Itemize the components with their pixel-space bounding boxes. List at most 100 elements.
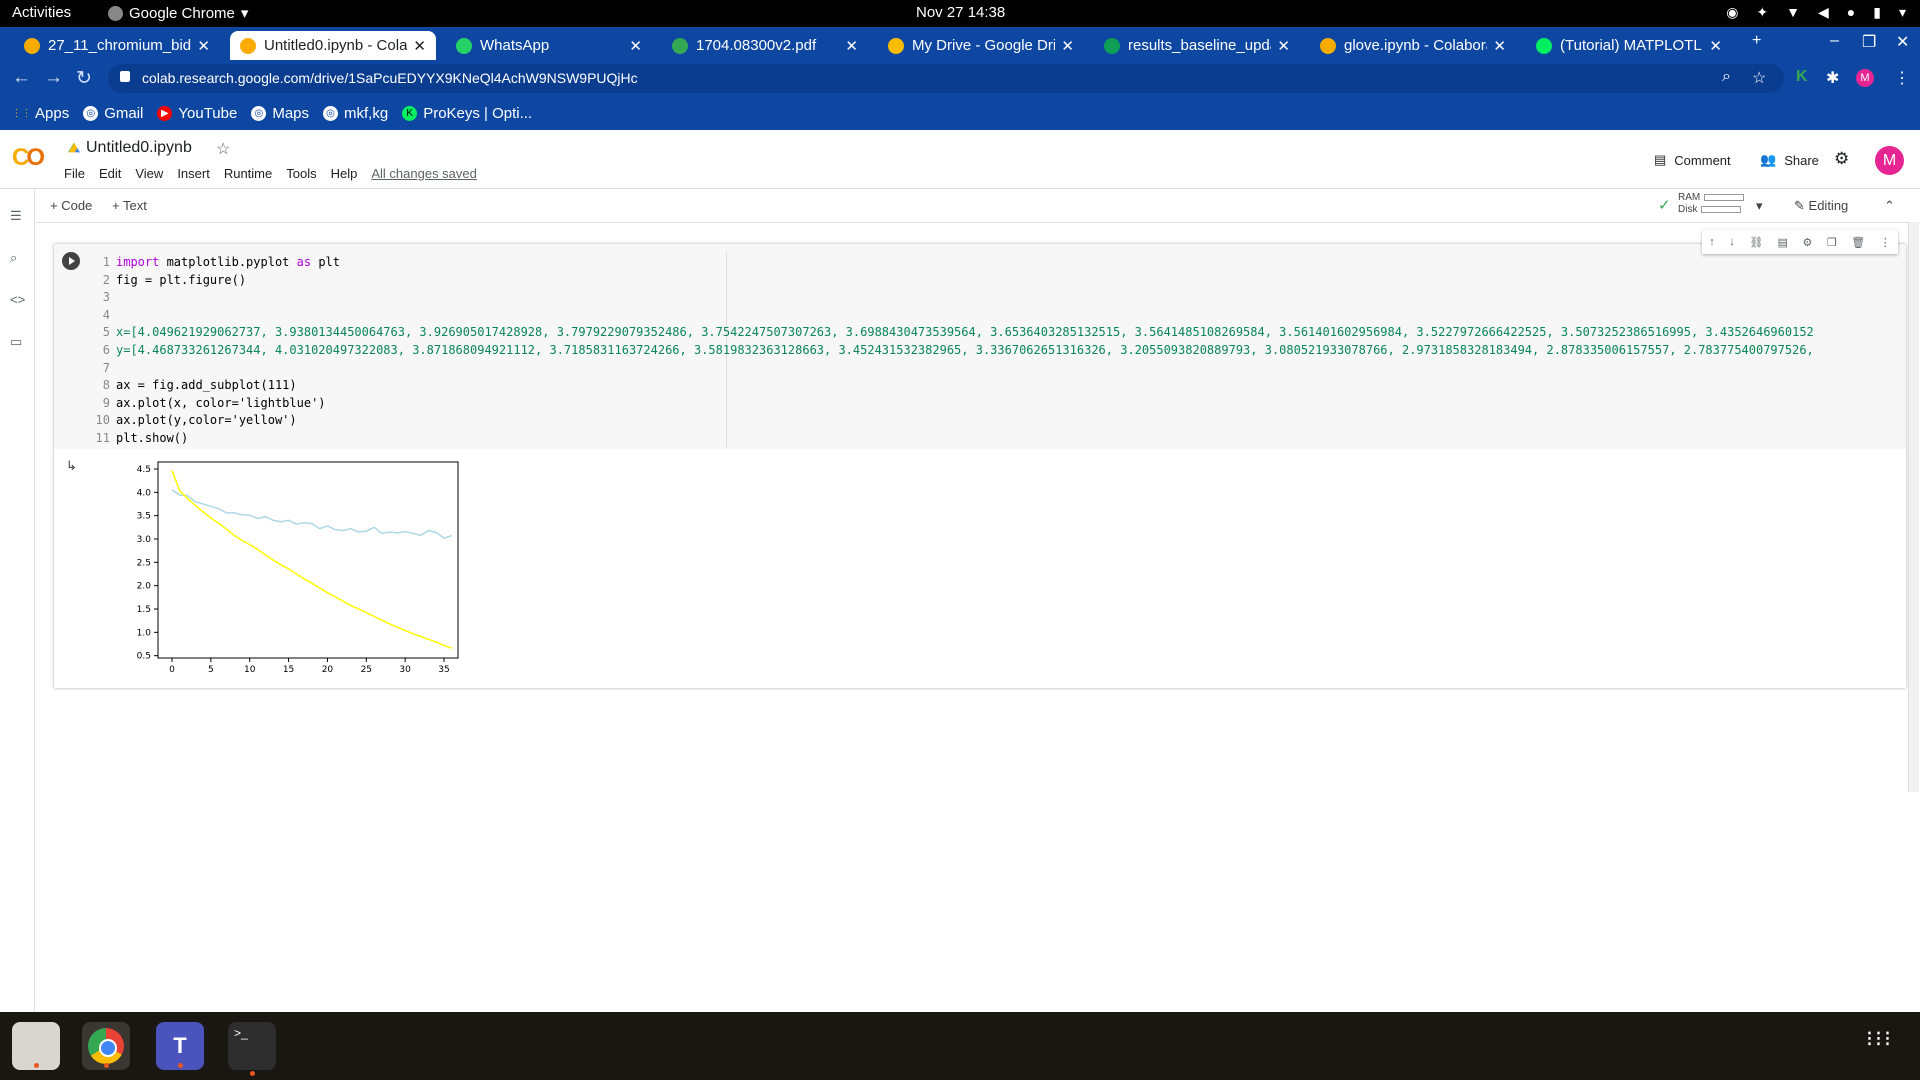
show-applications-icon[interactable]: ⁝⁝⁝ — [1866, 1028, 1893, 1050]
menu-runtime[interactable]: Runtime — [224, 166, 272, 181]
notebook-title[interactable]: Untitled0.ipynb — [68, 139, 192, 157]
menu-file[interactable]: File — [64, 166, 85, 181]
delete-icon[interactable]: 🗑 — [1851, 236, 1865, 249]
more-options-icon[interactable]: ⋮ — [1880, 236, 1891, 249]
move-up-icon[interactable]: ↑ — [1709, 236, 1715, 248]
bookmark-item[interactable]: ▶ YouTube — [157, 105, 237, 122]
search-icon[interactable]: ⌕ — [10, 250, 17, 266]
restore-icon[interactable]: ❐ — [1862, 32, 1876, 52]
wifi-icon[interactable]: ▼ — [1786, 4, 1800, 21]
files-app-icon[interactable] — [12, 1022, 60, 1070]
menu-edit[interactable]: Edit — [99, 166, 121, 181]
close-tab-icon[interactable]: ✕ — [197, 37, 210, 55]
close-tab-icon[interactable]: ✕ — [1277, 37, 1290, 55]
code-editor[interactable]: 1 import matplotlib.pyplot as plt 2 fig = p… — [90, 254, 1814, 448]
microphone-icon[interactable]: ● — [1847, 4, 1855, 21]
bookmark-item[interactable]: ◎ Gmail — [83, 105, 143, 122]
keep-extension-icon[interactable]: K — [1796, 68, 1808, 86]
comment-cell-icon[interactable]: ▤ — [1778, 236, 1788, 249]
add-code-button[interactable]: + Code — [50, 198, 92, 213]
url-text[interactable]: colab.research.google.com/drive/1SaPcuED… — [142, 70, 638, 86]
reload-icon[interactable]: ↻ — [76, 67, 92, 90]
bookmark-item[interactable]: K ProKeys | Opti... — [402, 105, 532, 122]
settings-gear-icon[interactable]: ⚙ — [1834, 149, 1849, 169]
tab-whatsapp-2[interactable]: WhatsApp ✕ — [446, 31, 652, 60]
mirror-cell-icon[interactable]: ❐ — [1827, 236, 1837, 249]
chrome-icon — [108, 5, 123, 21]
extensions-icon[interactable]: ✱ — [1826, 68, 1839, 88]
runtime-dropdown-icon[interactable]: ▾ — [1756, 198, 1763, 214]
collapse-header-icon[interactable]: ⌃ — [1884, 198, 1895, 214]
code-cell[interactable]: 1 import matplotlib.pyplot as plt 2 fig = p… — [54, 230, 1906, 688]
tab-sheets-5[interactable]: results_baseline_upda ✕ — [1094, 31, 1300, 60]
avatar[interactable]: M — [1875, 146, 1904, 175]
profile-avatar[interactable]: M — [1856, 69, 1874, 87]
files-folder-icon[interactable]: ▭ — [10, 334, 22, 350]
comment-button[interactable]: ▤ Comment — [1654, 152, 1731, 168]
close-tab-icon[interactable]: ✕ — [629, 37, 642, 55]
menu-help[interactable]: Help — [331, 166, 358, 181]
link-icon[interactable]: ⛓ — [1749, 236, 1763, 249]
tab-pdf-3[interactable]: 1704.08300v2.pdf ✕ — [662, 31, 868, 60]
run-cell-button[interactable] — [62, 252, 80, 270]
close-tab-icon[interactable]: ✕ — [845, 37, 858, 55]
chrome-menu-icon[interactable]: ⋮ — [1894, 68, 1910, 88]
resource-meter[interactable]: RAM Disk — [1678, 192, 1745, 216]
close-tab-icon[interactable]: ✕ — [1493, 37, 1506, 55]
vertical-scrollbar[interactable] — [1908, 222, 1919, 792]
tab-label: 27_11_chromium_bid — [48, 37, 192, 54]
share-button[interactable]: 👥 Share — [1760, 152, 1819, 168]
forward-icon[interactable]: → — [44, 67, 63, 89]
notebook-title-text[interactable]: Untitled0.ipynb — [86, 139, 192, 157]
tab-colab-6[interactable]: glove.ipynb - Colabora ✕ — [1310, 31, 1516, 60]
tab-colab-0[interactable]: 27_11_chromium_bid ✕ — [14, 31, 220, 60]
cell-settings-icon[interactable]: ⚙ — [1803, 236, 1813, 249]
move-down-icon[interactable]: ↓ — [1729, 236, 1735, 248]
extension-tray-icon[interactable]: ✦ — [1756, 4, 1768, 21]
tab-datacamp-7[interactable]: (Tutorial) MATPLOTLIB ✕ — [1526, 31, 1732, 60]
volume-icon[interactable]: ◀ — [1818, 4, 1829, 21]
clock[interactable]: Nov 27 14:38 — [916, 4, 1005, 21]
bookmark-item[interactable]: ◎ mkf,kg — [323, 105, 388, 122]
bookmark-star-icon[interactable]: ☆ — [1752, 68, 1766, 88]
close-tab-icon[interactable]: ✕ — [1709, 37, 1722, 55]
table-of-contents-icon[interactable]: ☰ — [10, 208, 22, 224]
x-tick-label: 20 — [322, 665, 334, 674]
menu-insert[interactable]: Insert — [177, 166, 210, 181]
star-icon[interactable]: ☆ — [216, 139, 230, 159]
bookmark-item[interactable]: ⋮⋮ Apps — [12, 105, 70, 122]
battery-icon[interactable]: ▮ — [1873, 4, 1881, 21]
teams-app-icon[interactable]: T — [156, 1022, 204, 1070]
output-icon[interactable]: ↳ — [66, 458, 77, 474]
close-tab-icon[interactable]: ✕ — [413, 37, 426, 55]
minimize-icon[interactable]: – — [1830, 32, 1839, 50]
power-menu-icon[interactable]: ▾ — [1899, 4, 1906, 21]
tab-drive-4[interactable]: My Drive - Google Driv ✕ — [878, 31, 1084, 60]
editing-mode-button[interactable]: ✎ Editing — [1794, 198, 1848, 214]
menu-view[interactable]: View — [135, 166, 163, 181]
system-tray[interactable]: ◉ ✦ ▼ ◀ ● ▮ ▾ — [1726, 4, 1906, 21]
zoom-icon[interactable]: ⌕ — [1722, 68, 1731, 86]
system-top-bar: Activities Google Chrome ▾ Nov 27 14:38 … — [0, 0, 1920, 27]
app-menu[interactable]: Google Chrome ▾ — [108, 4, 248, 22]
address-bar[interactable]: colab.research.google.com/drive/1SaPcuED… — [108, 64, 1784, 93]
code-line: 9 ax.plot(x, color='lightblue') — [102, 395, 326, 410]
close-tab-icon[interactable]: ✕ — [1061, 37, 1074, 55]
menu-tools[interactable]: Tools — [286, 166, 316, 181]
save-status[interactable]: All changes saved — [371, 166, 477, 181]
terminal-app-icon[interactable]: >_ — [228, 1022, 276, 1076]
lock-icon[interactable] — [120, 71, 130, 82]
chrome-app-icon[interactable] — [82, 1022, 130, 1070]
tab-colab-1[interactable]: Untitled0.ipynb - Colab ✕ — [230, 31, 436, 60]
bookmark-item[interactable]: ◎ Maps — [251, 105, 309, 122]
chrome-tray-icon[interactable]: ◉ — [1726, 4, 1738, 21]
colab-logo[interactable]: CO — [12, 144, 45, 172]
back-icon[interactable]: ← — [12, 67, 31, 89]
code-snippets-icon[interactable]: <> — [10, 292, 25, 307]
new-tab-icon[interactable]: + — [1752, 32, 1761, 50]
sheets-icon — [1104, 37, 1120, 54]
add-text-button[interactable]: + Text — [112, 198, 147, 213]
close-window-icon[interactable]: ✕ — [1896, 32, 1909, 52]
activities-button[interactable]: Activities — [12, 4, 71, 21]
cell-editor[interactable]: 1 import matplotlib.pyplot as plt 2 fig = p… — [54, 244, 1906, 449]
